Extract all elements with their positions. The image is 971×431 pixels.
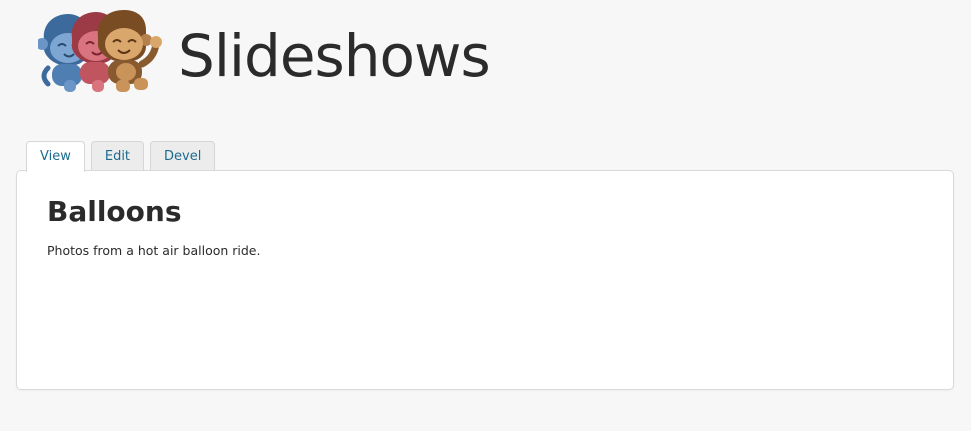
tab-devel[interactable]: Devel [150,141,216,170]
primary-tabs: View Edit Devel [26,141,216,172]
node-content: Balloons Photos from a hot air balloon r… [16,170,954,390]
page-title: Balloons [47,195,182,228]
logo-monkeys-icon[interactable] [38,10,168,94]
site-header: Slideshows [0,0,971,110]
site-name[interactable]: Slideshows [178,18,491,94]
tab-view[interactable]: View [26,141,85,172]
node-body-text: Photos from a hot air balloon ride. [47,243,261,258]
tab-edit[interactable]: Edit [90,141,145,170]
